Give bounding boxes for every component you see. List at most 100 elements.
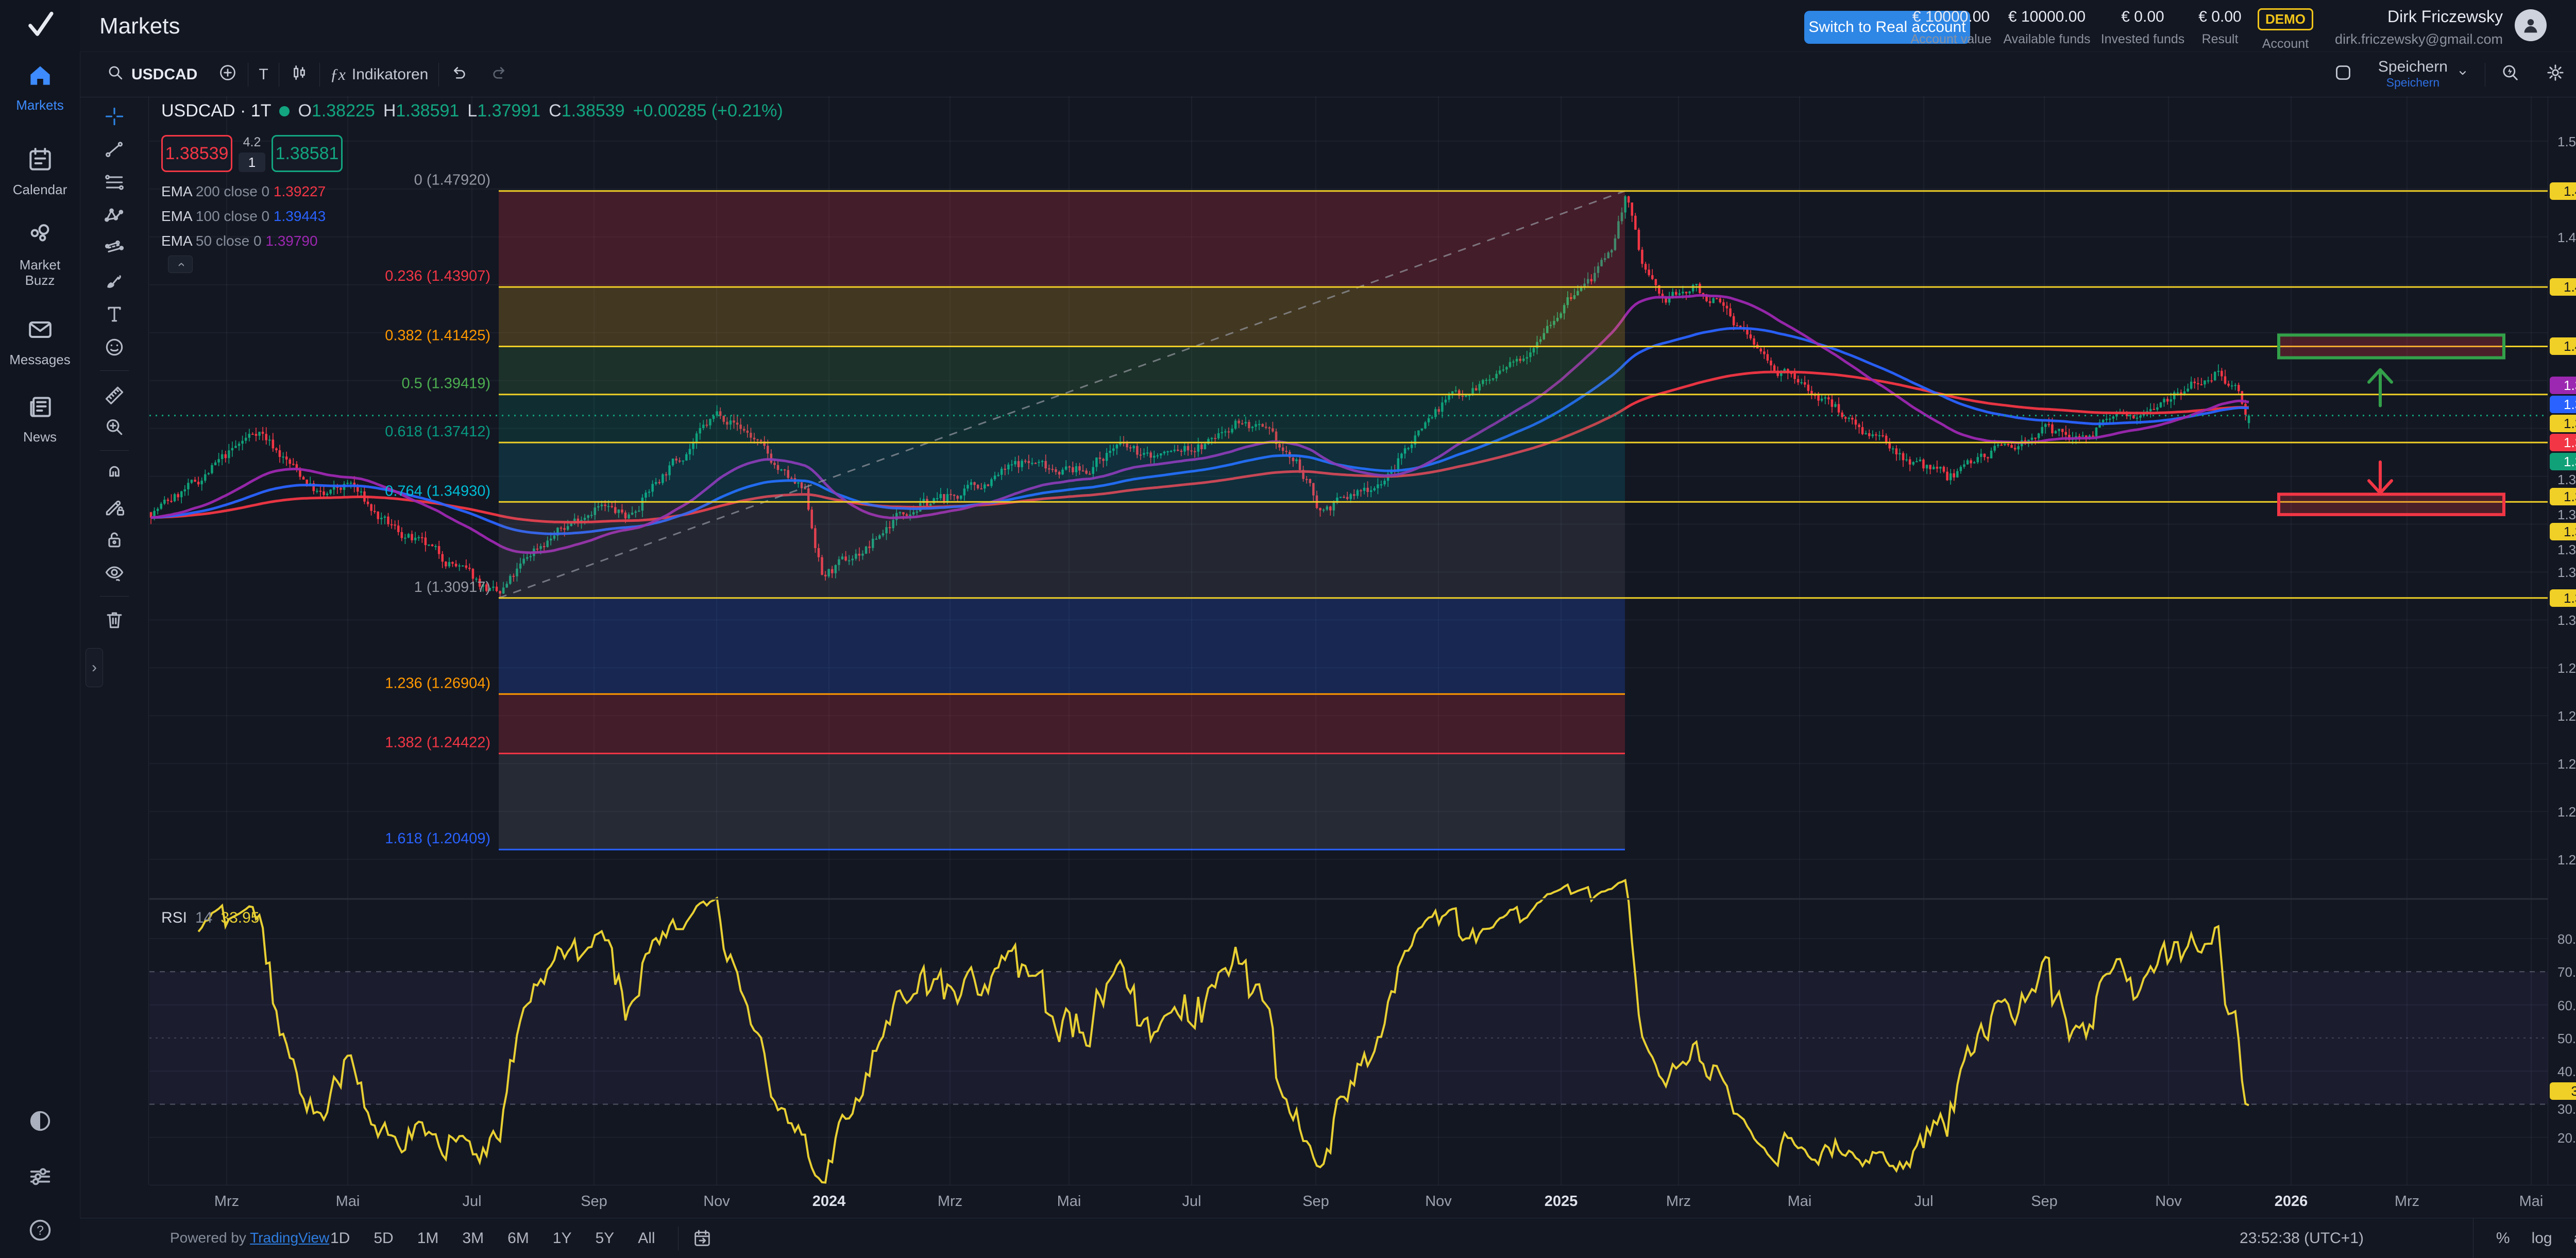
range-5y[interactable]: 5Y <box>587 1227 622 1250</box>
time-axis-tick: Jul <box>1893 1193 1955 1210</box>
calendar-icon <box>26 145 55 174</box>
emoji-icon <box>103 336 126 359</box>
chart-canvas[interactable]: 0 (1.47920)0.236 (1.43907)0.382 (1.41425… <box>149 96 2548 1185</box>
scale-auto[interactable]: auto <box>2567 1228 2576 1249</box>
settings-button[interactable] <box>2535 62 2576 87</box>
axis-settings-button[interactable] <box>2573 1153 2576 1178</box>
compare-add-button[interactable] <box>208 63 248 87</box>
sidebar-item-market-buzz[interactable]: Market Buzz <box>0 220 80 288</box>
price-label-box: 1.34930 <box>2550 523 2576 540</box>
sidebar-item-calendar[interactable]: Calendar <box>0 145 80 197</box>
price-axis-tick: 20.00 <box>2557 1130 2576 1146</box>
ema-200-legend[interactable]: EMA 200 close 0 1.39227 <box>161 183 326 200</box>
buy-ask-button[interactable]: 1.38581 <box>272 135 343 172</box>
price-chart[interactable]: 0 (1.47920)0.236 (1.43907)0.382 (1.41425… <box>149 96 2548 1185</box>
time-axis[interactable]: MrzMaiJulSepNov2024MrzMaiJulSepNov2025Mr… <box>149 1185 2576 1218</box>
redo-button[interactable] <box>479 63 519 87</box>
contrast-icon <box>27 1108 54 1134</box>
stop-zone[interactable] <box>2279 494 2504 515</box>
ema-50-legend[interactable]: EMA 50 close 0 1.39790 <box>161 233 318 249</box>
range-1y[interactable]: 1Y <box>545 1227 580 1250</box>
fib-level-label: 0.618 (1.37412) <box>385 423 490 440</box>
time-axis-tick: Mai <box>1769 1193 1831 1210</box>
time-axis-tick: Sep <box>1285 1193 1347 1210</box>
tool-projection[interactable] <box>100 235 129 261</box>
avatar[interactable] <box>2515 9 2547 41</box>
up-arrow[interactable] <box>2369 370 2392 406</box>
save-button[interactable]: Speichern Speichern <box>2368 59 2481 90</box>
scale-percent[interactable]: % <box>2489 1228 2517 1249</box>
range-3m[interactable]: 3M <box>454 1227 492 1250</box>
trendline-icon <box>103 138 126 161</box>
sidebar-item-news[interactable]: News <box>0 393 80 445</box>
brand-logo[interactable] <box>0 7 80 44</box>
interval-button[interactable]: T <box>248 66 278 83</box>
tool-xabcd-pattern[interactable] <box>100 202 129 228</box>
time-axis-tick: Mai <box>317 1193 379 1210</box>
goto-date-button[interactable] <box>678 1227 713 1250</box>
news-icon <box>26 393 55 421</box>
range-all[interactable]: All <box>630 1227 663 1250</box>
toolbar-divider <box>100 370 129 371</box>
ema-100-legend[interactable]: EMA 100 close 0 1.39443 <box>161 208 326 225</box>
preferences-button[interactable] <box>0 1163 80 1193</box>
help-button[interactable]: ? <box>0 1217 80 1246</box>
sidebar-item-label: News <box>0 429 80 445</box>
price-axis[interactable]: 1.500001.479201.460001.439071.414251.397… <box>2548 96 2576 1185</box>
indicators-button[interactable]: ƒx Indikatoren <box>320 65 439 84</box>
tool-crosshair[interactable] <box>100 104 129 129</box>
tool-lock[interactable] <box>100 527 129 553</box>
quantity-box[interactable]: 1 <box>239 152 265 172</box>
toolbar-collapse-handle[interactable]: › <box>86 648 103 687</box>
legend-symbol[interactable]: USDCAD · 1T <box>161 101 271 121</box>
quick-search-button[interactable] <box>2489 62 2531 87</box>
range-5d[interactable]: 5D <box>365 1227 401 1250</box>
time-axis-tick: Mrz <box>1648 1193 1709 1210</box>
tool-hide-drawings[interactable] <box>100 560 129 586</box>
time-axis-tick: Mrz <box>196 1193 258 1210</box>
range-6m[interactable]: 6M <box>499 1227 537 1250</box>
fib-level-label: 0.382 (1.41425) <box>385 327 490 344</box>
tool-trendline[interactable] <box>100 137 129 162</box>
price-label-box: 1.39790 <box>2550 377 2576 394</box>
range-buttons: 1D 5D 1M 3M 6M 1Y 5Y All <box>322 1218 713 1258</box>
sidebar-item-messages[interactable]: Messages <box>0 315 80 367</box>
legend-collapse-button[interactable]: › <box>168 256 193 273</box>
tool-magnet[interactable] <box>100 461 129 487</box>
target-zone[interactable] <box>2279 335 2504 358</box>
range-1d[interactable]: 1D <box>322 1227 358 1250</box>
clock[interactable]: 23:52:38 (UTC+1) <box>2240 1230 2364 1247</box>
powered-by: Powered by TradingView <box>170 1230 329 1246</box>
chart-style-button[interactable] <box>279 63 319 87</box>
tool-ruler[interactable] <box>100 381 129 407</box>
range-1m[interactable]: 1M <box>409 1227 447 1250</box>
price-axis-tick: 1.20000 <box>2557 852 2576 868</box>
sliders-icon <box>27 1163 54 1190</box>
user-info[interactable]: Dirk Friczewsky dirk.friczewsky@gmail.co… <box>2335 7 2503 47</box>
undo-button[interactable] <box>439 63 479 87</box>
layout-select-button[interactable] <box>2323 62 2364 87</box>
fib-level-label: 1.382 (1.24422) <box>385 735 490 751</box>
undo-icon <box>449 63 469 82</box>
tool-brush[interactable] <box>100 268 129 294</box>
sidebar-item-label: Messages <box>0 352 80 367</box>
tradingview-link[interactable]: TradingView <box>250 1230 329 1246</box>
sidebar-item-markets[interactable]: Markets <box>0 61 80 113</box>
price-axis-tick: 1.38000 <box>2557 472 2576 488</box>
scale-log[interactable]: log <box>2524 1228 2560 1249</box>
tool-text-tool[interactable] <box>100 301 129 327</box>
tool-zoom-in[interactable] <box>100 414 129 440</box>
theme-contrast-button[interactable] <box>0 1108 80 1137</box>
tool-edit-lock[interactable] <box>100 494 129 520</box>
time-axis-tick: Nov <box>686 1193 748 1210</box>
crosshair-icon <box>103 105 126 128</box>
price-axis-tick: 1.24000 <box>2557 756 2576 772</box>
tool-emoji[interactable] <box>100 334 129 360</box>
sell-bid-button[interactable]: 1.38539 <box>161 135 232 172</box>
symbol-search[interactable]: USDCAD <box>95 63 208 87</box>
trading-platform: Markets Calendar Market Buzz Messages News ?… <box>0 0 2576 1258</box>
tool-trash[interactable] <box>100 607 129 633</box>
tool-fib-retracement[interactable] <box>100 169 129 195</box>
rsi-legend[interactable]: RSI 14 33.95 <box>161 909 259 927</box>
down-arrow[interactable] <box>2369 462 2392 493</box>
